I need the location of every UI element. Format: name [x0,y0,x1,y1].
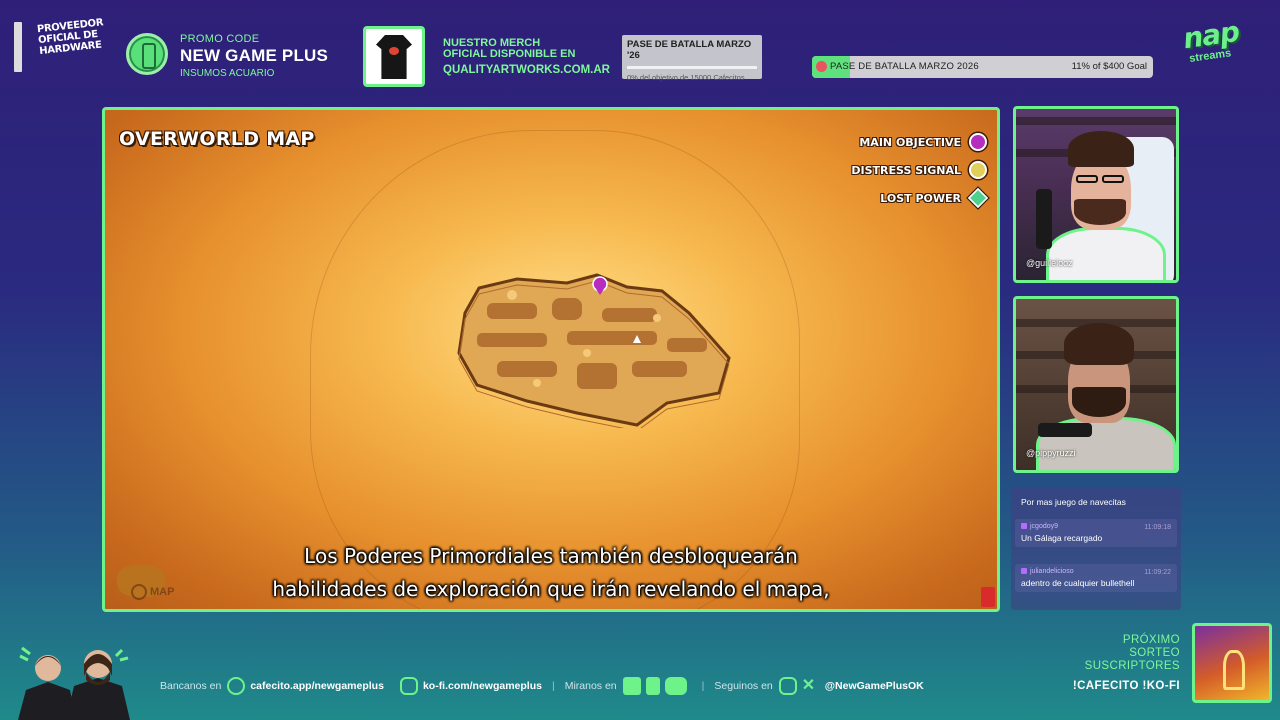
promo-code: NEW GAME PLUS [180,46,329,65]
separator: | [701,680,705,692]
cafecito-link[interactable]: cafecito.app/newgameplus [250,680,384,692]
map-legend: MAIN OBJECTIVE DISTRESS SIGNAL LOST POWE… [851,128,989,212]
subtitles: Los Poderes Primordiales también desbloq… [102,540,1000,606]
twitch-icon[interactable] [622,677,641,695]
merch-block: NUESTRO MERCH OFICIAL DISPONIBLE EN QUAL… [443,38,610,77]
objective-icon [969,133,987,151]
webcam-host-1: @guillelooz [1013,106,1179,283]
promo-sub: INSUMOS ACUARIO [180,68,275,79]
chat-user: juliandelicioso [1030,568,1074,575]
sorteo-commands: !CAFECITO !KO-FI [1072,680,1180,692]
chat-text: Un Gálaga recargado [1021,533,1103,543]
lost-power-icon [967,187,989,209]
distress-icon [969,161,987,179]
game-capture: OVERWORLD MAP MAIN OBJECTIVE DISTRESS SI… [102,107,1000,612]
goal-progress-bar: PASE DE BATALLA MARZO 2026 11% of $400 G… [812,56,1153,78]
subtitle-line: habilidades de exploración que irán reve… [272,577,830,601]
heart-icon [816,61,827,72]
social-handle[interactable]: @NewGamePlusOK [825,680,924,692]
battle-pass-title: PASE DE BATALLA MARZO '26 [627,39,752,61]
bancanos-label: Bancanos en [160,680,222,692]
promo-label: PROMO CODE [180,33,260,45]
battle-pass-progress-bar [627,66,757,69]
goal-label: PASE DE BATALLA MARZO 2026 [830,61,979,72]
chat-panel: Por mas juego de navecitas jcgodoy9 11:0… [1011,487,1181,610]
player-marker-icon [592,276,608,295]
legend-label: LOST POWER [880,191,961,205]
merch-line2: OFICIAL DISPONIBLE EN [443,48,576,60]
instagram-icon[interactable] [778,677,797,695]
merch-url: QUALITYARTWORKS.COM.AR [443,64,610,76]
chat-message: juliandelicioso 11:09:22 adentro de cual… [1015,564,1177,592]
badge-icon [1021,568,1027,575]
badge-icon [1021,523,1027,530]
sorteo-line: PRÓXIMO [1122,634,1180,646]
chat-message: Por mas juego de navecitas [1015,491,1177,511]
cam-handle: @pippyruzzi [1026,448,1076,458]
hosts-illustration [18,646,130,720]
x-icon[interactable]: ✕ [802,677,820,695]
footer-links: Bancanos en cafecito.app/newgameplus ko-… [160,677,924,695]
cafecito-icon [227,677,246,695]
kofi-link[interactable]: ko-fi.com/newgameplus [423,680,542,692]
kick-icon[interactable] [645,677,660,695]
legend-label: MAIN OBJECTIVE [859,135,961,149]
youtube-icon[interactable] [664,677,687,695]
seguinos-label: Seguinos en [714,680,773,692]
cam-handle: @guillelooz [1026,258,1073,268]
promo-code-block: PROMO CODE NEW GAME PLUS INSUMOS ACUARIO [180,33,328,79]
legend-item: MAIN OBJECTIVE [851,128,987,156]
sorteo-block: PRÓXIMO SORTEO SUSCRIPTORES !CAFECITO !K… [1040,634,1180,693]
webcam-host-2: @pippyruzzi [1013,296,1179,473]
chat-text: Por mas juego de navecitas [1021,497,1126,507]
miranos-label: Miranos en [564,680,617,692]
chat-user: jcgodoy9 [1030,523,1059,530]
chat-time: 11:09:18 [1144,524,1171,531]
sorteo-line: SORTEO [1129,647,1180,659]
battle-pass-progress-text: 0% del objetivo de 15000 Cafecitos [627,73,745,82]
kofi-icon [399,677,418,695]
chat-time: 11:09:22 [1144,569,1171,576]
legend-label: DISTRESS SIGNAL [851,163,961,177]
chat-text: adentro de cualquier bullethell [1021,578,1135,588]
map-title: OVERWORLD MAP [119,128,315,150]
chat-message: jcgodoy9 11:09:18 Un Gálaga recargado [1015,519,1177,547]
prize-game-cover [1192,623,1272,703]
sorteo-line: SUSCRIPTORES [1084,660,1180,672]
coin-icon [126,33,168,75]
goal-text: 11% of $400 Goal [1071,61,1147,72]
battle-pass-widget: PASE DE BATALLA MARZO '26 0% del objetiv… [622,35,762,82]
explored-area-map [457,273,731,428]
subtitle-line: Los Poderes Primordiales también desbloq… [304,544,798,568]
separator: | [551,680,555,692]
hardware-sponsor-logo: PROVEEDOR OFICIAL DE HARDWARE [14,17,104,80]
nap-streams-logo: nap streams [1181,15,1261,76]
merch-shirt-image [363,26,425,87]
hardware-logo-text: PROVEEDOR OFICIAL DE HARDWARE [36,17,104,58]
legend-item: DISTRESS SIGNAL [851,156,987,184]
legend-item: LOST POWER [851,184,989,212]
axe-icon [1223,650,1245,690]
